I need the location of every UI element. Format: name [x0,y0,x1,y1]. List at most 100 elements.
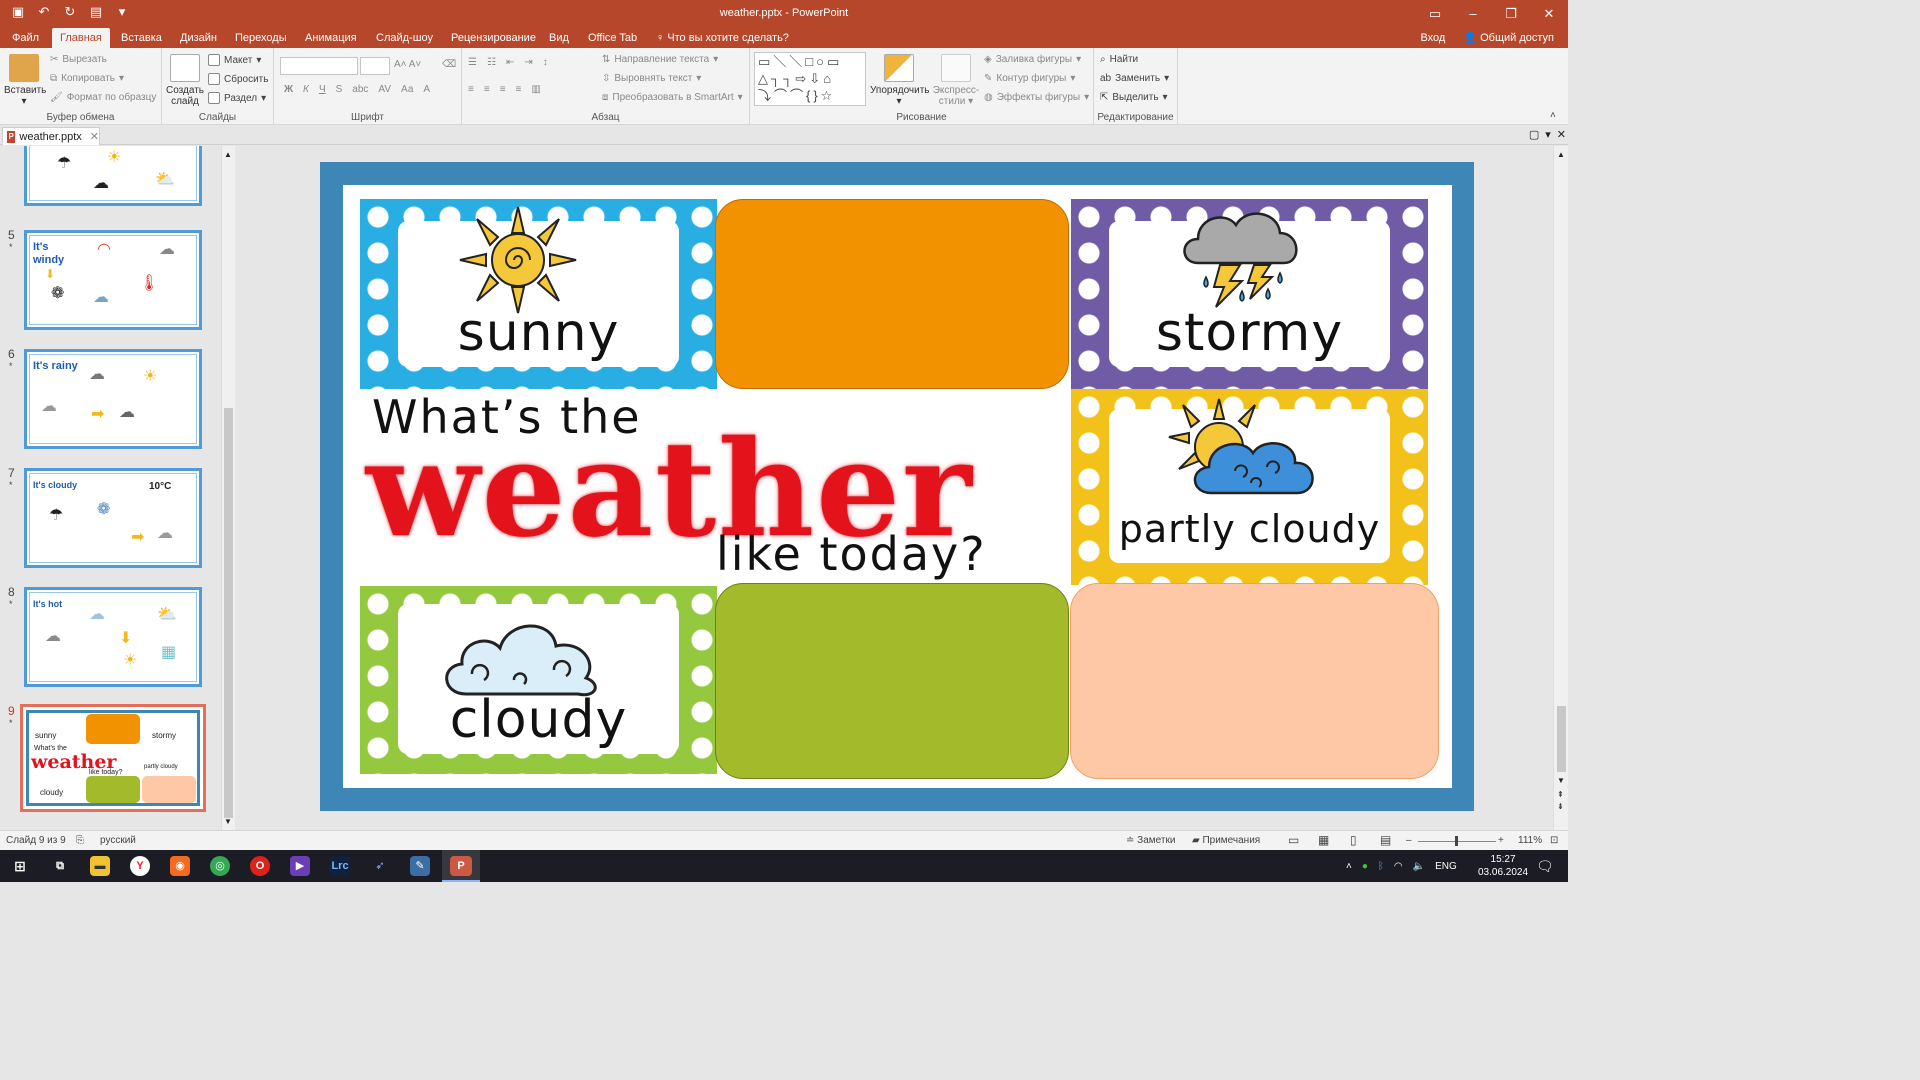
tab-transitions[interactable]: Переходы [227,28,295,48]
sunny-card[interactable]: sunny [360,199,717,389]
close-button[interactable]: ✕ [1530,0,1568,28]
chrome-icon[interactable]: ◎ [210,856,230,876]
shape-effects-button[interactable]: ◍ Эффекты фигуры ▾ [984,92,1089,103]
font-size-box[interactable] [360,57,390,75]
font-name-box[interactable] [280,57,358,75]
font-grow-shrink[interactable]: A˄ A˅ [394,59,421,70]
fit-slide-icon[interactable]: ⊡ [1550,835,1558,846]
reset-button[interactable]: Сбросить [208,73,268,85]
section-button[interactable]: Раздел ▾ [208,92,266,104]
keyboard-language[interactable]: ENG [1435,861,1457,872]
yandex-browser-icon[interactable]: Y [130,856,150,876]
align-text-button[interactable]: ⇳ Выровнять текст ▾ [602,73,701,84]
collapse-ribbon-icon[interactable]: ˄ [1550,110,1556,121]
increase-indent-icon[interactable]: ⇥ [524,57,532,68]
slide-thumbnail-8[interactable]: It's hot ☁ ⛅ ☁ ⬇ ☀ ▦ [24,587,202,687]
clear-format-icon[interactable]: ⌫ [442,59,456,70]
char-spacing-button[interactable]: AV [378,84,391,95]
tab-office-tab[interactable]: Office Tab [580,28,645,48]
comments-button[interactable]: ▰ Примечания [1192,835,1260,846]
notes-button[interactable]: ≐ Заметки [1126,835,1175,846]
italic-button[interactable]: К [303,84,309,95]
task-view-icon[interactable]: ⧉ [50,856,70,876]
next-slide-icon[interactable]: ⇟ [1557,802,1564,811]
language-indicator[interactable]: русский [100,835,136,846]
shape-fill-button[interactable]: ◈ Заливка фигуры ▾ [984,54,1081,65]
thumbnails-scrollbar[interactable]: ▲ ▼ [221,146,235,830]
tray-chevron-icon[interactable]: ˄ [1346,861,1352,872]
replace-button[interactable]: ab Заменить ▾ [1100,73,1169,84]
heading-line-3[interactable]: like today? [716,527,987,581]
align-right-icon[interactable]: ≡ [500,84,506,95]
share-button[interactable]: 👤 Общий доступ [1463,28,1554,48]
line-spacing-icon[interactable]: ↕ [543,57,548,68]
close-tab-icon[interactable]: ✕ [90,130,99,143]
cloudy-card[interactable]: cloudy [360,586,717,774]
maximize-button[interactable]: ❐ [1492,0,1530,28]
opera-icon[interactable]: O [250,856,270,876]
align-center-icon[interactable]: ≡ [484,84,490,95]
arrange-button[interactable]: Упорядочить ▾ [870,54,930,107]
underline-button[interactable]: Ч [319,84,326,95]
slide-thumbnail-5[interactable]: It's windy ◠ ☁ ⬇ ❁ ☁ 🌡 [24,230,202,330]
normal-view-icon[interactable]: ▭ [1288,833,1299,847]
tab-review[interactable]: Рецензирование [443,28,544,48]
app-paint-icon[interactable]: ✎ [410,856,430,876]
tab-slideshow[interactable]: Слайд-шоу [368,28,441,48]
notifications-icon[interactable]: 🗨 [1536,850,1554,882]
slideshow-view-icon[interactable]: ▤ [1380,833,1391,847]
quick-styles-button[interactable]: Экспресс-стили ▾ [930,54,982,107]
find-button[interactable]: ⌕ Найти [1100,54,1138,65]
scroll-up-icon[interactable]: ▲ [1557,150,1565,159]
shapes-gallery[interactable]: ▭＼＼□○▭ △┐┐⇨⇩⌂ ⤵⌒⌒{}☆ [754,52,866,106]
slide-sorter-icon[interactable]: ▦ [1318,833,1329,847]
windows-start-icon[interactable]: ⊞ [10,856,30,876]
copy-button[interactable]: ⧉ Копировать ▾ [50,73,124,84]
app-orange-icon[interactable]: ◉ [170,856,190,876]
lightroom-icon[interactable]: Lrc [330,856,350,876]
numbering-icon[interactable]: ☷ [487,57,496,68]
green-answer-shape[interactable] [715,583,1069,779]
scroll-down-icon[interactable]: ▼ [224,817,232,826]
close-document-icon[interactable]: ✕ [1557,128,1566,141]
clock[interactable]: 15:27 03.06.2024 [1478,850,1528,882]
shape-outline-button[interactable]: ✎ Контур фигуры ▾ [984,73,1075,84]
shadow-button[interactable]: S [336,84,343,95]
slide-thumbnail-4[interactable]: ☂ ☀ ☁ ⛅ [24,146,202,206]
file-explorer-icon[interactable]: ▬ [90,856,110,876]
bullets-icon[interactable]: ☰ [468,57,477,68]
text-direction-button[interactable]: ⇅ Направление текста ▾ [602,54,718,65]
partly-cloudy-card[interactable]: partly cloudy [1071,389,1428,585]
minimize-button[interactable]: – [1454,0,1492,28]
slide-thumbnail-6[interactable]: It's rainy ☁ ☀ ☁ ➡ ☁ [24,349,202,449]
slide-thumbnail-9[interactable]: sunny stormy What’s the weather like tod… [20,704,206,812]
tab-animations[interactable]: Анимация [297,28,365,48]
strikethrough-button[interactable]: abc [352,84,368,95]
volume-icon[interactable]: 🔈 [1413,861,1425,872]
scroll-up-icon[interactable]: ▲ [224,150,232,159]
ribbon-display-options-icon[interactable]: ▭ [1416,0,1454,28]
smartart-button[interactable]: ⧈ Преобразовать в SmartArt ▾ [602,92,743,103]
previous-slide-icon[interactable]: ⇞ [1557,790,1564,799]
font-color-button[interactable]: A [423,84,430,95]
tray-kaspersky-icon[interactable]: ● [1362,861,1368,872]
editor-scrollbar[interactable]: ▲ ▼ ⇞ ⇟ [1553,146,1568,830]
tab-home[interactable]: Главная [52,28,110,48]
tab-list-icon[interactable]: ▾ [1545,128,1551,141]
spellcheck-icon[interactable]: ⎘ [76,835,84,846]
columns-icon[interactable]: ▥ [531,84,540,95]
tell-me-box[interactable]: ♀ Что вы хотите сделать? [648,28,797,48]
scroll-thumb[interactable] [224,408,233,818]
orange-answer-shape[interactable] [715,199,1069,389]
zoom-out-icon[interactable]: – [1406,835,1412,846]
bold-button[interactable]: Ж [284,84,293,95]
zoom-in-icon[interactable]: + [1498,835,1504,846]
peach-answer-shape[interactable] [1070,583,1439,779]
wifi-icon[interactable]: ◠ [1394,861,1403,872]
tab-insert[interactable]: Вставка [113,28,170,48]
tab-view[interactable]: Вид [541,28,577,48]
change-case-button[interactable]: Аа [401,84,413,95]
format-painter-button[interactable]: 🖌 Формат по образцу [50,92,156,103]
bluetooth-icon[interactable]: ᛒ [1378,861,1384,872]
zoom-slider-thumb[interactable] [1455,836,1458,846]
